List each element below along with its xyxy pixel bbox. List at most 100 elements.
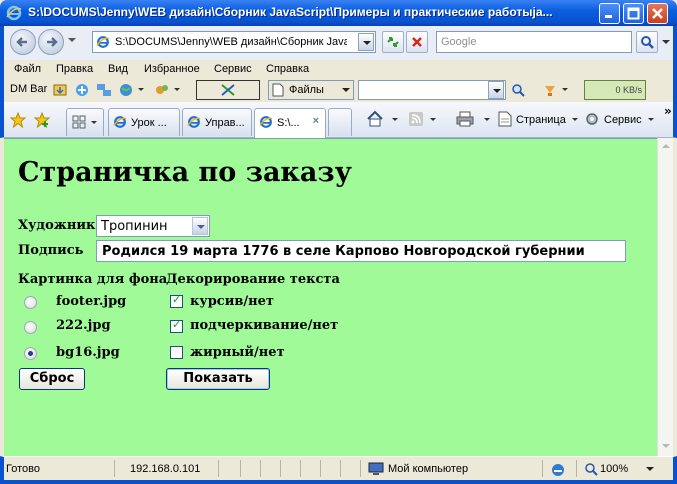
status-separator <box>542 460 543 477</box>
search-placeholder: Google <box>441 36 477 48</box>
background-radio-bg16[interactable] <box>24 347 37 360</box>
feeds-dropdown-icon[interactable] <box>430 118 436 124</box>
scroll-down-icon[interactable] <box>662 444 670 452</box>
status-separator <box>260 460 261 477</box>
menu-view[interactable]: Вид <box>108 63 128 75</box>
page-dropdown-icon[interactable] <box>572 118 578 124</box>
tab-label: Урок ... <box>131 117 167 129</box>
page-menu[interactable]: Страница <box>516 114 566 126</box>
feeds-icon[interactable] <box>408 111 424 127</box>
tab-current[interactable]: S:\... × <box>254 108 326 138</box>
maximize-icon <box>627 7 640 20</box>
tab-lesson[interactable]: Урок ... <box>108 108 180 136</box>
forward-button[interactable] <box>38 29 64 55</box>
new-tab-button[interactable] <box>328 108 352 136</box>
back-button[interactable] <box>10 29 36 55</box>
underline-checkbox[interactable] <box>170 318 183 333</box>
tab-list-dropdown-icon <box>91 121 97 127</box>
forward-arrow-icon <box>47 37 58 47</box>
artist-select[interactable]: Тропинин <box>96 215 210 237</box>
tools-icon[interactable] <box>154 82 170 98</box>
home-icon[interactable] <box>366 110 384 128</box>
menu-bar: Файл Правка Вид Избранное Сервис Справка <box>0 60 677 78</box>
toolbar-combo-input[interactable] <box>358 80 506 100</box>
files-dropdown[interactable]: Файлы <box>268 80 354 100</box>
close-window-button[interactable] <box>647 3 668 24</box>
bold-checkbox[interactable] <box>170 346 183 359</box>
files-label: Файлы <box>289 84 324 96</box>
favorites-star-icon[interactable] <box>10 112 26 128</box>
status-separator <box>576 460 577 477</box>
close-tab-icon[interactable]: × <box>313 115 319 127</box>
text-decoration-label: Декорирование текста <box>166 272 340 287</box>
refresh-button[interactable] <box>382 31 404 53</box>
status-separator <box>340 460 341 477</box>
add-favorite-icon[interactable] <box>34 112 50 128</box>
search-options-icon[interactable] <box>662 40 670 48</box>
zoom-dropdown-icon[interactable] <box>646 467 654 475</box>
tab-bar: Урок ... Управ... S:\... × Страница Серв… <box>0 102 677 138</box>
search-button[interactable] <box>636 31 658 53</box>
combo-dropdown-button[interactable] <box>488 81 504 99</box>
tools-menu-dropdown-icon[interactable] <box>648 118 654 124</box>
page-content: Страничка по заказу Художник Тропинин По… <box>4 138 657 456</box>
decoration-option-label: курсив/нет <box>190 294 274 309</box>
globe-icon[interactable] <box>118 82 134 98</box>
decoration-option-label: жирный/нет <box>190 345 285 360</box>
sync-icon <box>221 84 235 96</box>
toolbar-search-icon[interactable] <box>510 82 526 98</box>
chevron-down-icon[interactable] <box>192 217 208 235</box>
network-icon[interactable] <box>96 82 112 98</box>
vertical-scrollbar[interactable] <box>657 138 673 456</box>
title-bar: S:\DOCUMS\Jenny\WEB дизайн\Сборник JavaS… <box>0 0 677 26</box>
scroll-up-icon[interactable] <box>662 140 670 148</box>
maximize-button[interactable] <box>623 3 644 24</box>
show-button[interactable]: Показать <box>166 368 270 390</box>
tab-manage[interactable]: Управ... <box>182 108 252 136</box>
history-dropdown-icon[interactable] <box>68 38 76 46</box>
artist-label: Художник <box>18 218 96 233</box>
search-input[interactable]: Google <box>436 31 632 53</box>
print-dropdown-icon[interactable] <box>484 118 490 124</box>
background-radio-footer[interactable] <box>24 296 37 309</box>
globe-dropdown-icon[interactable] <box>138 88 144 94</box>
status-ip: 192.168.0.101 <box>130 463 201 475</box>
quick-tabs-button[interactable] <box>66 108 104 136</box>
stop-button[interactable] <box>406 31 428 53</box>
address-field[interactable]: S:\DOCUMS\Jenny\WEB дизайн\Сборник JavaS… <box>92 31 376 53</box>
gear-icon[interactable] <box>584 111 600 127</box>
highlight-dropdown-icon[interactable] <box>562 88 568 94</box>
zoom-icon[interactable] <box>584 462 598 476</box>
menu-help[interactable]: Справка <box>266 63 309 75</box>
minimize-button[interactable] <box>599 3 620 24</box>
status-separator <box>280 460 281 477</box>
artist-selected-value: Тропинин <box>101 219 168 234</box>
menu-file[interactable]: Файл <box>14 63 41 75</box>
italic-checkbox[interactable] <box>170 293 183 308</box>
page-icon[interactable] <box>498 111 512 127</box>
add-icon[interactable] <box>74 82 90 98</box>
menu-favorites[interactable]: Избранное <box>144 63 200 75</box>
protected-mode-icon[interactable] <box>550 462 566 478</box>
address-text: S:\DOCUMS\Jenny\WEB дизайн\Сборник JavaS… <box>115 36 347 48</box>
sync-button[interactable] <box>196 80 260 100</box>
download-manager-icon[interactable] <box>52 82 68 98</box>
background-radio-222[interactable] <box>24 321 37 334</box>
tools-dropdown-icon[interactable] <box>174 88 180 94</box>
tools-menu[interactable]: Сервис <box>604 114 642 126</box>
background-picture-label: Картинка для фона <box>18 272 168 287</box>
tab-ie-icon <box>113 116 127 128</box>
address-dropdown-button[interactable] <box>358 33 374 51</box>
highlight-icon[interactable] <box>542 82 558 98</box>
caption-input[interactable]: Родился 19 марта 1776 в селе Карпово Нов… <box>96 240 626 262</box>
menu-edit[interactable]: Правка <box>56 63 93 75</box>
status-zoom[interactable]: 100% <box>600 463 628 475</box>
reset-button[interactable]: Сброс <box>19 368 85 390</box>
background-option-label: 222.jpg <box>56 318 111 333</box>
status-separator <box>218 460 219 477</box>
print-icon[interactable] <box>456 111 474 127</box>
home-dropdown-icon[interactable] <box>392 118 398 124</box>
menu-tools[interactable]: Сервис <box>214 63 252 75</box>
tab-label: Управ... <box>205 117 245 129</box>
chevron-more-icon[interactable]: » <box>664 104 672 118</box>
